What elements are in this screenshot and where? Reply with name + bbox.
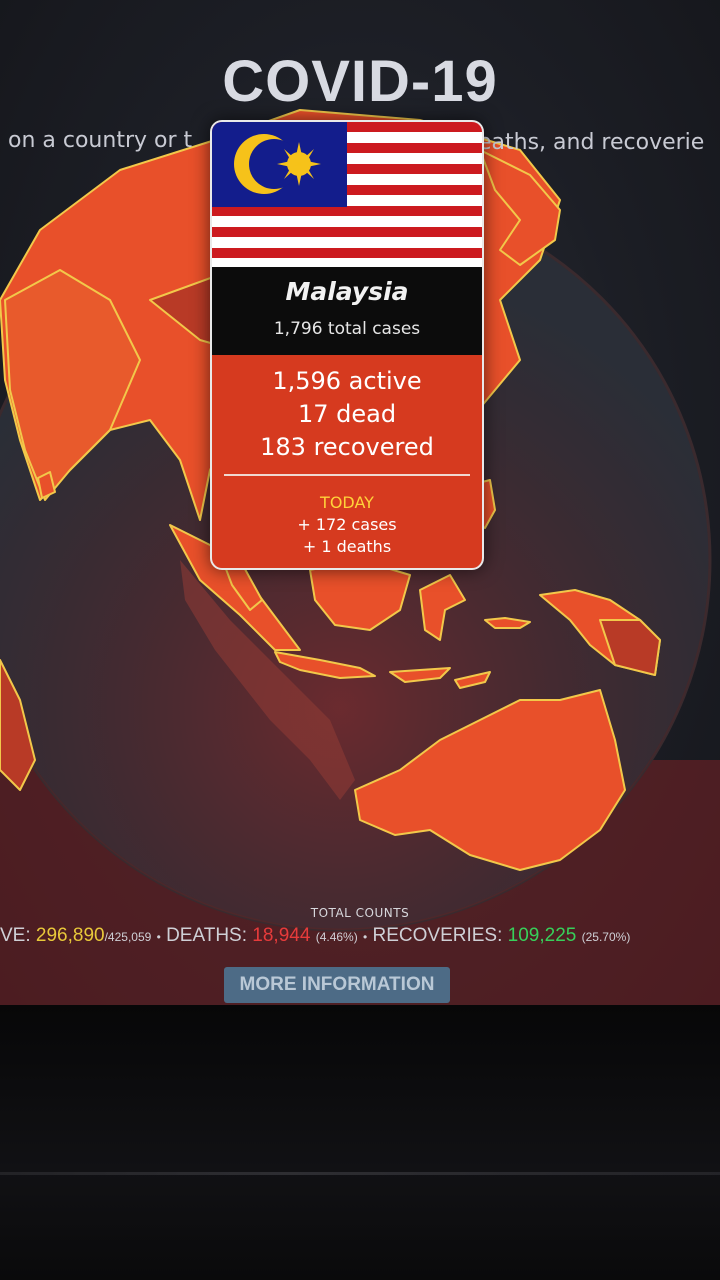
subtitle-left: on a country or t bbox=[8, 128, 193, 153]
monitor-bezel bbox=[0, 1005, 720, 1280]
more-information-button[interactable]: MORE INFORMATION bbox=[224, 967, 450, 1003]
today-summary: TODAY + 172 cases + 1 deaths bbox=[212, 492, 482, 558]
separator: • bbox=[363, 930, 368, 944]
malaysia-flag-icon bbox=[212, 122, 482, 267]
country-header: Malaysia 1,796 total cases bbox=[212, 267, 482, 355]
today-cases: + 172 cases bbox=[297, 515, 397, 534]
today-label: TODAY bbox=[320, 493, 374, 512]
recoveries-label: RECOVERIES: bbox=[372, 925, 503, 946]
country-popup[interactable]: Malaysia 1,796 total cases 1,596 active … bbox=[210, 120, 484, 570]
country-name: Malaysia bbox=[285, 277, 409, 306]
separator: • bbox=[156, 930, 161, 944]
desk-edge bbox=[0, 1172, 720, 1175]
active-total: /425,059 bbox=[104, 930, 152, 944]
page-title: COVID-19 bbox=[222, 49, 498, 114]
monitor-screen: COVID-19 on a country or t eaths, and re… bbox=[0, 0, 720, 1005]
total-cases: 1,796 total cases bbox=[273, 319, 421, 339]
country-stats: 1,596 active 17 dead 183 recovered bbox=[212, 365, 482, 464]
recoveries-value: 109,225 bbox=[507, 925, 577, 946]
deaths-value: 18,944 bbox=[252, 925, 311, 946]
today-deaths: + 1 deaths bbox=[302, 537, 392, 556]
total-counts-bar: VE: 296,890/425,059 • DEATHS: 18,944 (4.… bbox=[0, 925, 630, 947]
subtitle-right: eaths, and recoverie bbox=[478, 130, 705, 155]
dead-count: 17 dead bbox=[297, 400, 397, 428]
deaths-label: DEATHS: bbox=[166, 925, 248, 946]
active-label: VE: bbox=[0, 925, 31, 946]
deaths-percent: (4.46%) bbox=[315, 930, 358, 944]
recoveries-percent: (25.70%) bbox=[581, 930, 631, 944]
popup-divider bbox=[224, 474, 470, 476]
active-cases: 1,596 active bbox=[272, 367, 422, 395]
recovered-count: 183 recovered bbox=[260, 433, 434, 461]
active-value: 296,890 bbox=[35, 925, 105, 946]
total-counts-label: TOTAL COUNTS bbox=[310, 906, 410, 920]
